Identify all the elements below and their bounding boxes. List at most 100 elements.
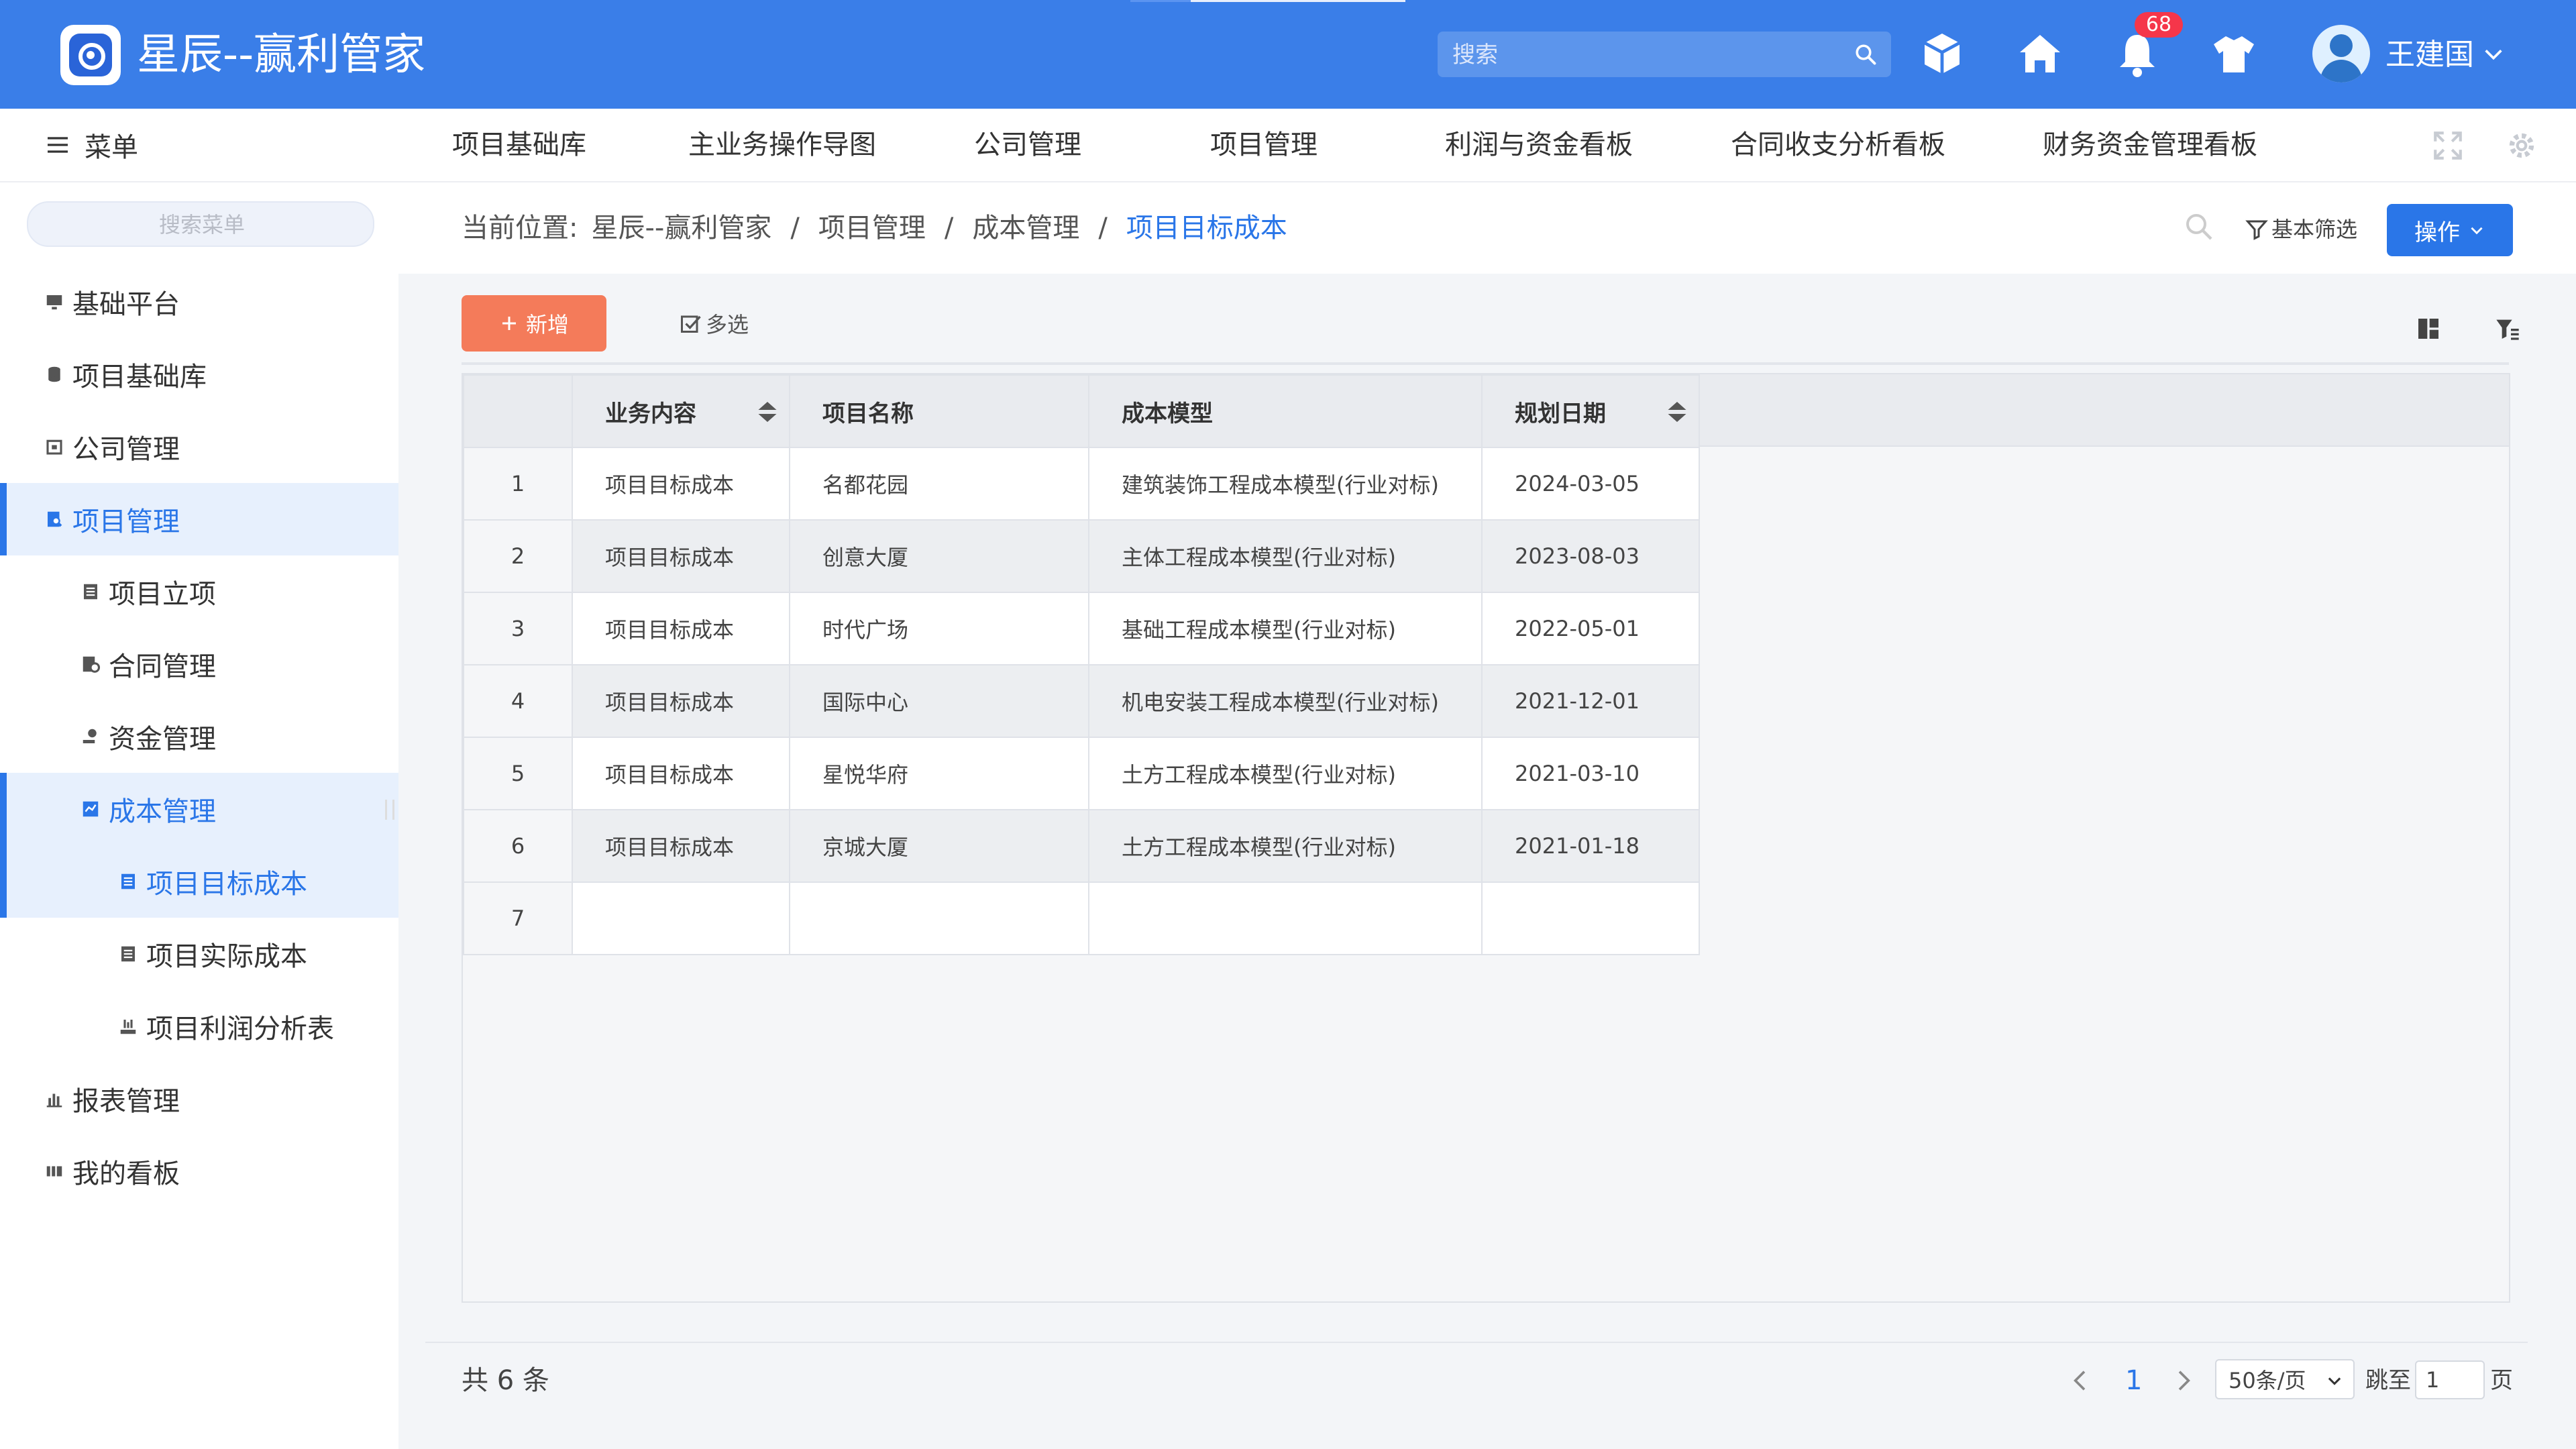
table-row-empty[interactable]: 7 — [463, 881, 1700, 955]
cell-model[interactable]: 土方工程成本模型(行业对标) — [1088, 737, 1483, 810]
cell-date[interactable]: 2024-03-05 — [1481, 447, 1700, 521]
sidebar-item-actual-cost[interactable]: 项目实际成本 — [0, 918, 398, 990]
column-header-model[interactable]: 成本模型 — [1088, 374, 1483, 448]
cell-project[interactable]: 京城大厦 — [789, 809, 1089, 883]
sidebar-item-funds[interactable]: 资金管理 — [0, 700, 398, 773]
app-title: 星辰--赢利管家 — [137, 30, 426, 80]
sidebar-item-project-management[interactable]: 项目管理 — [0, 483, 398, 555]
sidebar-search[interactable] — [27, 201, 376, 247]
add-button[interactable]: 新增 — [462, 295, 606, 352]
chart-box-icon — [83, 801, 99, 817]
global-search[interactable] — [1438, 32, 1891, 78]
sidebar-item-reports[interactable]: 报表管理 — [0, 1063, 398, 1135]
table-row[interactable]: 1 项目目标成本 名都花园 建筑装饰工程成本模型(行业对标) 2024-03-0… — [463, 447, 1700, 521]
tshirt-icon[interactable] — [2207, 27, 2261, 80]
cell-project[interactable]: 名都花园 — [789, 447, 1089, 521]
sidebar-item-base-platform[interactable]: 基础平台 — [0, 266, 398, 338]
breadcrumb-item[interactable]: 成本管理 — [972, 209, 1079, 247]
search-icon[interactable] — [2183, 211, 2215, 243]
table-row[interactable]: 4 项目目标成本 国际中心 机电安装工程成本模型(行业对标) 2021-12-0… — [463, 664, 1700, 738]
column-header-date[interactable]: 规划日期 — [1481, 374, 1700, 448]
home-icon[interactable] — [2013, 27, 2067, 80]
cell-project[interactable]: 星悦华府 — [789, 737, 1089, 810]
gear-icon[interactable] — [2505, 129, 2538, 162]
cell-model[interactable]: 土方工程成本模型(行业对标) — [1088, 809, 1483, 883]
cell-project[interactable]: 时代广场 — [789, 592, 1089, 665]
sidebar-item-company[interactable]: 公司管理 — [0, 411, 398, 483]
column-header-business[interactable]: 业务内容 — [572, 374, 790, 448]
global-search-input[interactable] — [1451, 32, 1843, 78]
sidebar-item-project-base[interactable]: 项目基础库 — [0, 338, 398, 411]
sidebar-item-label: 项目实际成本 — [146, 941, 307, 972]
app-logo[interactable] — [60, 25, 121, 85]
nav-item-project-management[interactable]: 项目管理 — [1210, 127, 1318, 162]
cell-date[interactable]: 2021-12-01 — [1481, 664, 1700, 738]
chevron-down-icon[interactable] — [2482, 43, 2505, 66]
column-filter-icon[interactable] — [2494, 315, 2521, 342]
table-row[interactable]: 6 项目目标成本 京城大厦 土方工程成本模型(行业对标) 2021-01-18 — [463, 809, 1700, 883]
column-header-label: 业务内容 — [605, 400, 696, 427]
page-size-select[interactable]: 50条/页 — [2215, 1359, 2355, 1399]
cube-icon[interactable] — [1915, 27, 1969, 80]
operation-button[interactable]: 操作 — [2387, 204, 2513, 256]
sort-icon[interactable] — [1665, 398, 1689, 425]
nav-item-finance-board[interactable]: 财务资金管理看板 — [2043, 127, 2257, 162]
cell-business[interactable]: 项目目标成本 — [572, 664, 790, 738]
nav-item-profit-board[interactable]: 利润与资金看板 — [1445, 127, 1633, 162]
search-icon[interactable] — [1854, 42, 1878, 66]
sidebar-item-target-cost[interactable]: 项目目标成本 — [0, 845, 398, 918]
cell-model[interactable]: 主体工程成本模型(行业对标) — [1088, 519, 1483, 593]
cell-date[interactable]: 2023-08-03 — [1481, 519, 1700, 593]
table-row[interactable]: 5 项目目标成本 星悦华府 土方工程成本模型(行业对标) 2021-03-10 — [463, 737, 1700, 810]
basic-filter-button[interactable]: 基本筛选 — [2245, 211, 2357, 248]
cell-business[interactable]: 项目目标成本 — [572, 447, 790, 521]
sort-icon[interactable] — [755, 398, 780, 425]
cell-business[interactable]: 项目目标成本 — [572, 592, 790, 665]
sidebar-item-profit-analysis[interactable]: 项目利润分析表 — [0, 990, 398, 1063]
cell-model[interactable]: 基础工程成本模型(行业对标) — [1088, 592, 1483, 665]
grid-layout-icon[interactable] — [2415, 315, 2442, 342]
nav-item-contract-board[interactable]: 合同收支分析看板 — [1731, 127, 1945, 162]
cell-model[interactable]: 机电安装工程成本模型(行业对标) — [1088, 664, 1483, 738]
goto-page-input[interactable] — [2415, 1360, 2485, 1399]
chevron-left-icon[interactable] — [2068, 1367, 2094, 1394]
column-header-project[interactable]: 项目名称 — [789, 374, 1089, 448]
page-number-current[interactable]: 1 — [2125, 1362, 2142, 1399]
breadcrumb-bar: 当前位置: 星辰--赢利管家 / 项目管理 / 成本管理 / 项目目标成本 基本… — [398, 182, 2576, 274]
menu-toggle-button[interactable]: 菜单 — [44, 127, 138, 163]
sidebar-item-label: 报表管理 — [72, 1086, 180, 1117]
chevron-right-icon[interactable] — [2169, 1367, 2196, 1394]
username[interactable]: 王建国 — [2385, 35, 2474, 75]
list-icon — [121, 873, 135, 890]
cell-date[interactable] — [1481, 881, 1700, 955]
sidebar-resize-handle[interactable] — [385, 800, 394, 820]
sidebar-item-my-board[interactable]: 我的看板 — [0, 1135, 398, 1208]
nav-item-company[interactable]: 公司管理 — [974, 127, 1081, 162]
sidebar-item-cost-management[interactable]: 成本管理 — [0, 773, 398, 845]
fullscreen-icon[interactable] — [2431, 129, 2465, 162]
nav-item-business-map[interactable]: 主业务操作导图 — [688, 127, 876, 162]
cell-model[interactable] — [1088, 881, 1483, 955]
cell-business[interactable]: 项目目标成本 — [572, 737, 790, 810]
cell-project[interactable]: 国际中心 — [789, 664, 1089, 738]
cell-business[interactable]: 项目目标成本 — [572, 519, 790, 593]
cell-model[interactable]: 建筑装饰工程成本模型(行业对标) — [1088, 447, 1483, 521]
cell-project[interactable]: 创意大厦 — [789, 519, 1089, 593]
multi-select-button[interactable]: 多选 — [679, 309, 749, 341]
table-row[interactable]: 3 项目目标成本 时代广场 基础工程成本模型(行业对标) 2022-05-01 — [463, 592, 1700, 665]
nav-item-project-base[interactable]: 项目基础库 — [452, 127, 586, 162]
sidebar-item-project-setup[interactable]: 项目立项 — [0, 555, 398, 628]
toolbar-divider — [462, 362, 2509, 365]
cell-project[interactable] — [789, 881, 1089, 955]
sidebar-search-input[interactable] — [28, 203, 376, 247]
sidebar-item-contract[interactable]: 合同管理 — [0, 628, 398, 700]
user-avatar[interactable] — [2312, 25, 2370, 83]
breadcrumb-item[interactable]: 项目管理 — [818, 209, 926, 247]
breadcrumb-item[interactable]: 星辰--赢利管家 — [591, 209, 771, 247]
table-row[interactable]: 2 项目目标成本 创意大厦 主体工程成本模型(行业对标) 2023-08-03 — [463, 519, 1700, 593]
cell-business[interactable]: 项目目标成本 — [572, 809, 790, 883]
cell-date[interactable]: 2021-01-18 — [1481, 809, 1700, 883]
cell-date[interactable]: 2021-03-10 — [1481, 737, 1700, 810]
cell-business[interactable] — [572, 881, 790, 955]
cell-date[interactable]: 2022-05-01 — [1481, 592, 1700, 665]
